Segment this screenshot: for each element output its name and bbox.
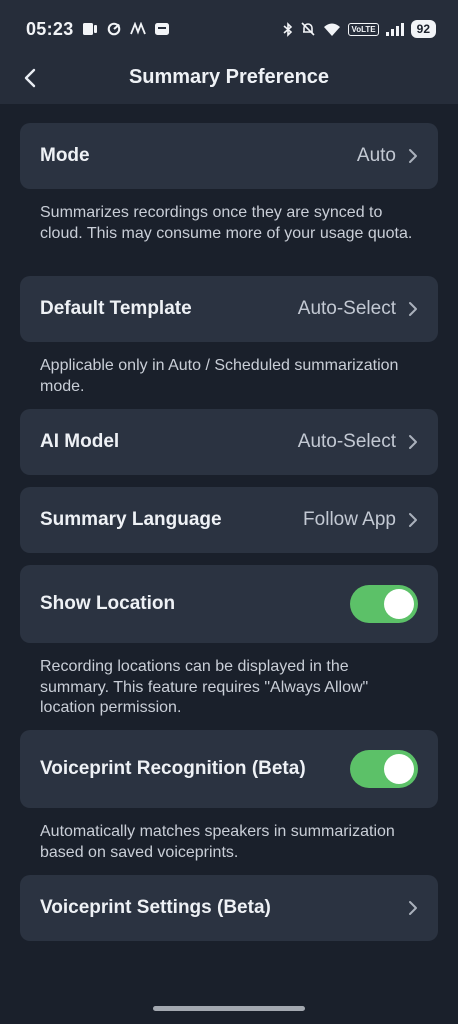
chevron-right-icon <box>409 513 417 527</box>
toggle-knob <box>384 754 414 784</box>
ai-model-label: AI Model <box>40 431 120 452</box>
summary-preference-screen: 05:23 VoLTE 92 Summary Preference Mode A… <box>0 0 458 1024</box>
default-template-description: Applicable only in Auto / Scheduled summ… <box>40 357 399 395</box>
mode-label: Mode <box>40 145 90 166</box>
voiceprint-recognition-description: Automatically matches speakers in summar… <box>40 823 395 861</box>
show-location-row: Show Location <box>20 565 438 643</box>
status-time: 05:23 <box>26 18 74 39</box>
summary-language-row[interactable]: Summary Language Follow App <box>20 487 438 553</box>
mode-value: Auto <box>356 145 396 166</box>
page-title: Summary Preference <box>128 66 330 88</box>
toggle-knob <box>384 589 414 619</box>
voiceprint-recognition-row: Voiceprint Recognition (Beta) <box>20 730 438 808</box>
status-bar: 05:23 VoLTE 92 <box>0 0 458 58</box>
mode-description: Summarizes recordings once they are sync… <box>40 204 413 242</box>
bluetooth-icon <box>283 21 293 37</box>
show-location-description: Recording locations can be displayed in … <box>40 658 369 716</box>
battery-indicator: 92 <box>410 20 436 38</box>
mute-icon <box>301 22 316 36</box>
summary-language-label: Summary Language <box>40 509 222 530</box>
chevron-right-icon <box>409 149 417 163</box>
app-header: Summary Preference <box>0 58 458 104</box>
voiceprint-settings-row[interactable]: Voiceprint Settings (Beta) <box>20 875 438 941</box>
sync-icon <box>107 22 120 36</box>
show-location-label: Show Location <box>40 593 176 614</box>
home-indicator[interactable] <box>153 1006 305 1011</box>
chevron-right-icon <box>409 901 417 915</box>
chevron-right-icon <box>409 302 417 316</box>
chevron-right-icon <box>409 435 417 449</box>
volte-badge: VoLTE <box>348 22 379 36</box>
mode-row[interactable]: Mode Auto <box>20 123 438 189</box>
ai-model-row[interactable]: AI Model Auto-Select <box>20 409 438 475</box>
notification-icon <box>82 23 97 35</box>
app-logo-icon <box>129 22 146 35</box>
signal-icon <box>385 23 404 36</box>
default-template-row[interactable]: Default Template Auto-Select <box>20 276 438 342</box>
wifi-icon <box>324 23 341 36</box>
show-location-toggle[interactable] <box>350 585 418 623</box>
voiceprint-settings-label: Voiceprint Settings (Beta) <box>40 897 271 918</box>
voiceprint-recognition-toggle[interactable] <box>350 750 418 788</box>
summary-language-value: Follow App <box>303 509 396 530</box>
default-template-value: Auto-Select <box>297 298 396 319</box>
message-icon <box>154 23 169 35</box>
voiceprint-recognition-label: Voiceprint Recognition (Beta) <box>40 758 306 779</box>
default-template-label: Default Template <box>40 298 192 319</box>
ai-model-value: Auto-Select <box>297 431 396 452</box>
